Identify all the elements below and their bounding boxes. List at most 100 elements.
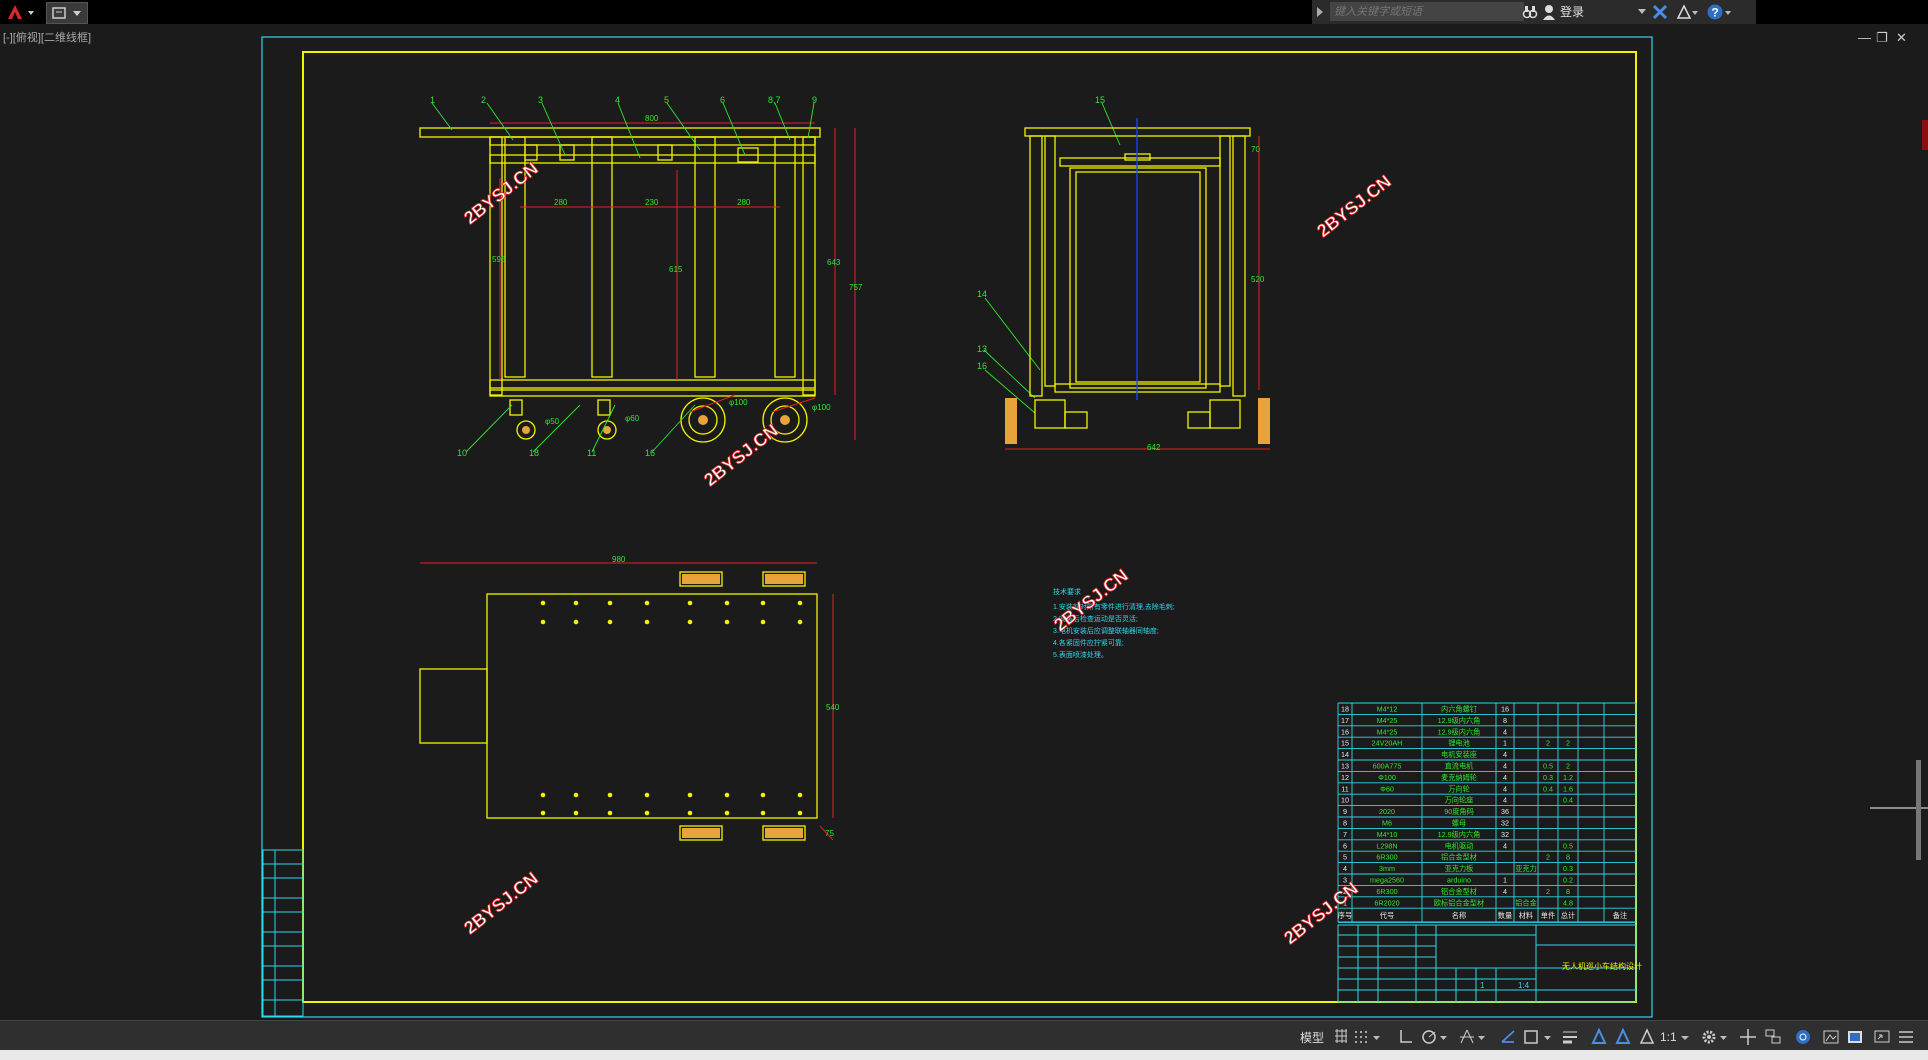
- bom-cell: 材料: [1519, 911, 1533, 920]
- polar-tracking-icon[interactable]: [1420, 1027, 1450, 1047]
- bom-cell: 1.6: [1563, 784, 1573, 793]
- margin-strip: [262, 849, 304, 1017]
- balloon-labels: 1 2 3 4 5 6 8,7 9 10 18 11 16 15 14 13 1…: [430, 95, 1105, 458]
- svg-text:φ100: φ100: [729, 398, 748, 407]
- bom-cell: 4: [1503, 750, 1507, 759]
- svg-text:1: 1: [1480, 981, 1485, 990]
- bom-cell: L298N: [1376, 841, 1397, 850]
- annotation-scale-icon[interactable]: [1638, 1027, 1656, 1047]
- mounting-hole: [687, 792, 693, 798]
- bom-cell: 数量: [1498, 911, 1512, 920]
- bom-cell: 名称: [1452, 911, 1466, 920]
- isolate-objects-icon[interactable]: [1822, 1027, 1840, 1047]
- svg-text:642: 642: [1147, 443, 1161, 452]
- mounting-hole: [687, 619, 693, 625]
- isodraft-icon[interactable]: [1458, 1027, 1488, 1047]
- mounting-hole: [644, 600, 650, 606]
- bom-cell: 7: [1343, 830, 1347, 839]
- customization-menu-icon[interactable]: [1898, 1027, 1914, 1047]
- lineweight-icon[interactable]: [1562, 1027, 1578, 1047]
- bom-cell: 螺母: [1452, 819, 1466, 828]
- svg-text:4: 4: [615, 95, 620, 105]
- mounting-hole: [797, 600, 803, 606]
- bom-cell: 5: [1343, 853, 1347, 862]
- bom-cell: 单件: [1541, 911, 1555, 920]
- bom-cell: 90度角码: [1444, 807, 1474, 816]
- bom-cell: 2: [1566, 739, 1570, 748]
- mounting-hole: [724, 792, 730, 798]
- vertical-scrollbar[interactable]: [1916, 760, 1921, 860]
- bom-cell: 2: [1546, 887, 1550, 896]
- quick-properties-icon[interactable]: [1764, 1027, 1782, 1047]
- mounting-hole: [644, 792, 650, 798]
- bom-cell: 0.3: [1563, 864, 1573, 873]
- svg-text:φ60: φ60: [625, 414, 640, 423]
- clean-screen-icon[interactable]: [1846, 1027, 1864, 1047]
- bom-cell: 12.9级内六角: [1438, 830, 1481, 839]
- bill-of-materials: 18 M4*12 内六角螺钉 1617 M4*25 12.9级内六角 816 M4*25 12.…: [1337, 702, 1637, 923]
- svg-text:3: 3: [538, 95, 543, 105]
- bom-cell: 16: [1501, 705, 1509, 714]
- svg-text:643: 643: [827, 258, 841, 267]
- annotation-visibility-icon[interactable]: [1590, 1027, 1608, 1047]
- bom-cell: 备注: [1613, 911, 1627, 920]
- bom-cell: 6R300: [1376, 853, 1397, 862]
- gear-icon[interactable]: [1700, 1027, 1730, 1047]
- mounting-hole: [797, 619, 803, 625]
- bom-cell: 4.8: [1563, 898, 1573, 907]
- mounting-hole: [724, 810, 730, 816]
- bom-cell: 电机安装座: [1441, 750, 1477, 759]
- svg-text:2BYSJ.CN: 2BYSJ.CN: [460, 158, 542, 228]
- bottom-strip: [0, 1050, 1928, 1060]
- mounting-hole: [540, 792, 546, 798]
- svg-text:5.表面喷漆处理。: 5.表面喷漆处理。: [1053, 650, 1108, 659]
- ortho-icon[interactable]: [1398, 1027, 1414, 1047]
- bom-cell: 直流电机: [1445, 762, 1475, 771]
- svg-text:2BYSJ.CN: 2BYSJ.CN: [460, 868, 542, 938]
- object-snap-tracking-icon[interactable]: [1500, 1027, 1516, 1047]
- bom-cell: 3mm: [1379, 864, 1395, 873]
- mounting-hole: [607, 619, 613, 625]
- bom-cell: 12.9级内六角: [1438, 727, 1481, 736]
- svg-text:4.各紧固件应拧紧可靠;: 4.各紧固件应拧紧可靠;: [1053, 638, 1124, 647]
- svg-text:520: 520: [1251, 275, 1265, 284]
- model-tab[interactable]: 模型: [1300, 1027, 1330, 1047]
- fullscreen-icon[interactable]: [1874, 1027, 1890, 1047]
- bom-cell: 17: [1341, 716, 1349, 725]
- svg-text:13: 13: [977, 344, 987, 354]
- bom-cell: 4: [1503, 784, 1507, 793]
- svg-text:800: 800: [645, 114, 659, 123]
- bom-cell: M6: [1382, 819, 1392, 828]
- mounting-holes: [540, 600, 803, 816]
- front-dimensions: [490, 122, 856, 440]
- grid-icon[interactable]: [1334, 1027, 1348, 1047]
- mounting-hole: [607, 810, 613, 816]
- top-dimensions: [420, 562, 834, 841]
- bom-cell: 铝合金型材: [1441, 853, 1477, 862]
- bom-cell: 万向轮座: [1445, 796, 1474, 805]
- svg-text:540: 540: [826, 703, 840, 712]
- bom-cell: 4: [1503, 727, 1507, 736]
- mounting-hole: [797, 792, 803, 798]
- auto-scale-icon[interactable]: [1614, 1027, 1632, 1047]
- drawing-canvas[interactable]: 800 280 230 280 595 615 643 757 φ50 φ60 …: [0, 0, 1928, 1020]
- snap-icon[interactable]: [1354, 1027, 1382, 1047]
- mounting-hole: [724, 600, 730, 606]
- plus-icon[interactable]: [1740, 1027, 1756, 1047]
- svg-text:10: 10: [457, 448, 467, 458]
- bom-cell: 8: [1343, 819, 1347, 828]
- mounting-hole: [797, 810, 803, 816]
- hardware-acceleration-icon[interactable]: [1794, 1027, 1812, 1047]
- object-snap-icon[interactable]: [1522, 1027, 1556, 1047]
- mounting-hole: [760, 600, 766, 606]
- mounting-hole: [687, 810, 693, 816]
- bom-cell: 24V20AH: [1372, 739, 1403, 748]
- bom-cell: 10: [1341, 796, 1349, 805]
- bom-cell: arduino: [1447, 876, 1471, 885]
- front-view: [419, 127, 821, 443]
- svg-text:615: 615: [669, 265, 683, 274]
- scale-dropdown[interactable]: 1:1: [1660, 1027, 1678, 1047]
- bom-cell: M4*25: [1377, 716, 1398, 725]
- svg-text:技术要求: 技术要求: [1053, 587, 1081, 596]
- scale-dropdown-arrow-icon[interactable]: [1680, 1027, 1690, 1047]
